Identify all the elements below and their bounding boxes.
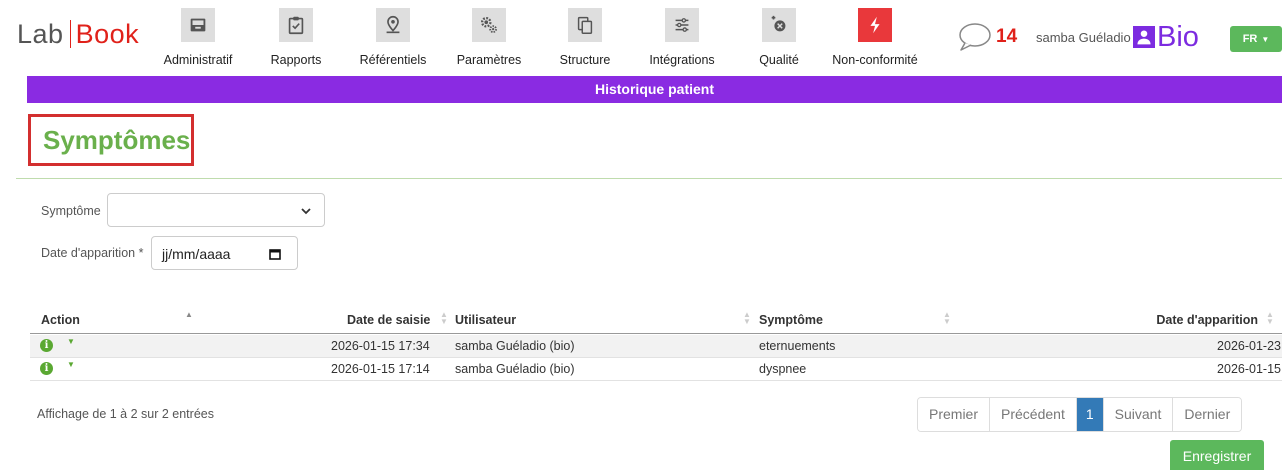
table-row: i ▼ 2026-01-15 17:14 samba Guéladio (bio… [30, 358, 1282, 380]
sort-icon[interactable]: ▲ ▼ [943, 311, 951, 326]
nav-structure[interactable]: Structure [555, 0, 615, 76]
nav-non-conformite[interactable]: Non-conformité [826, 0, 924, 76]
cell-utilisateur: samba Guéladio (bio) [455, 339, 575, 353]
nav-label: Qualité [759, 53, 799, 67]
cell-date-apparition: 2026-01-15 [1217, 362, 1281, 376]
sort-icon[interactable]: ▲ ▼ [1266, 311, 1274, 326]
logo-separator [69, 20, 71, 48]
labbook-logo[interactable]: Lab Book [17, 17, 139, 51]
column-header-symptome[interactable]: Symptôme [759, 313, 823, 327]
nav-qualite[interactable]: Qualité [754, 0, 804, 76]
sort-asc-icon[interactable]: ▲ [185, 311, 193, 325]
chevron-down-icon [301, 208, 311, 215]
column-header-date-apparition[interactable]: Date d'apparition [1156, 313, 1258, 327]
language-label: FR [1242, 33, 1258, 45]
calendar-icon[interactable] [269, 248, 281, 260]
quality-bug-icon [762, 8, 796, 42]
sort-icon[interactable]: ▲ ▼ [440, 311, 448, 326]
nav-integrations[interactable]: Intégrations [644, 0, 720, 76]
cell-date-apparition: 2026-01-23 [1217, 339, 1281, 353]
copy-pages-icon [568, 8, 602, 42]
page-last-button[interactable]: Dernier [1172, 398, 1242, 431]
pagination: Premier Précédent 1 Suivant Dernier [917, 397, 1243, 432]
inbox-icon [181, 8, 215, 42]
banner-title: Historique patient [594, 81, 714, 97]
nav-administratif[interactable]: Administratif [160, 0, 236, 76]
language-dropdown[interactable]: FR ▼ [1230, 26, 1282, 52]
sliders-icon [665, 8, 699, 42]
nav-label: Non-conformité [832, 53, 918, 67]
column-header-utilisateur[interactable]: Utilisateur [455, 313, 516, 327]
symptom-label: Symptôme [41, 204, 101, 218]
sort-icon[interactable]: ▲ ▼ [743, 311, 751, 326]
caret-down-icon[interactable]: ▼ [67, 360, 75, 369]
info-icon[interactable]: i [40, 362, 53, 375]
symptom-select[interactable] [107, 193, 325, 227]
cell-date-saisie: 2026-01-15 17:14 [331, 362, 430, 376]
page-prev-button[interactable]: Précédent [989, 398, 1076, 431]
nav-label: Intégrations [649, 53, 715, 67]
column-header-date-saisie[interactable]: Date de saisie [347, 313, 430, 327]
title-divider [16, 178, 1282, 179]
cell-utilisateur: samba Guéladio (bio) [455, 362, 575, 376]
nav-label: Structure [559, 53, 611, 67]
cell-symptome: dyspnee [759, 362, 807, 376]
nav-label: Paramètres [456, 53, 522, 67]
row-divider [30, 380, 1282, 381]
nav-label: Rapports [270, 53, 322, 67]
logo-text-book: Book [75, 18, 140, 49]
save-button[interactable]: Enregistrer [1170, 440, 1264, 470]
nav-referentiels[interactable]: Référentiels [355, 0, 431, 76]
patient-history-banner[interactable]: Historique patient [27, 76, 1282, 103]
top-navbar: Lab Book Administratif Rapports Référent… [0, 0, 1288, 76]
user-icon [1133, 26, 1155, 48]
nav-label: Administratif [163, 53, 233, 67]
bio-role-badge: Bio [1133, 22, 1199, 52]
entries-info: Affichage de 1 à 2 sur 2 entrées [37, 407, 214, 421]
column-header-action[interactable]: Action [41, 313, 80, 327]
page-next-button[interactable]: Suivant [1102, 398, 1173, 431]
notification-count[interactable]: 14 [996, 26, 1017, 48]
map-pin-icon [376, 8, 410, 42]
date-label: Date d'apparition * [41, 246, 144, 260]
caret-down-icon: ▼ [1261, 34, 1270, 44]
page-title: Symptômes [43, 124, 191, 155]
bio-label: Bio [1157, 21, 1199, 53]
date-input[interactable]: jj/mm/aaaa [151, 236, 298, 270]
lightning-bolt-icon [858, 8, 892, 42]
page-number-button[interactable]: 1 [1075, 398, 1103, 431]
nav-label: Référentiels [359, 53, 427, 67]
logo-text-lab: Lab [17, 18, 64, 49]
header-divider [30, 333, 1282, 334]
clipboard-check-icon [279, 8, 313, 42]
gears-icon [472, 8, 506, 42]
user-name[interactable]: samba Guéladio [1036, 30, 1131, 45]
cell-date-saisie: 2026-01-15 17:34 [331, 339, 430, 353]
nav-rapports[interactable]: Rapports [264, 0, 328, 76]
page-first-button[interactable]: Premier [918, 398, 990, 431]
title-highlight-box: Symptômes [28, 114, 194, 166]
info-icon[interactable]: i [40, 339, 53, 352]
chat-bubble-icon[interactable] [958, 22, 992, 52]
caret-down-icon[interactable]: ▼ [67, 337, 75, 346]
table-row: i ▼ 2026-01-15 17:34 samba Guéladio (bio… [30, 335, 1282, 357]
date-placeholder: jj/mm/aaaa [162, 246, 231, 262]
cell-symptome: eternuements [759, 339, 836, 353]
nav-parametres[interactable]: Paramètres [452, 0, 526, 76]
